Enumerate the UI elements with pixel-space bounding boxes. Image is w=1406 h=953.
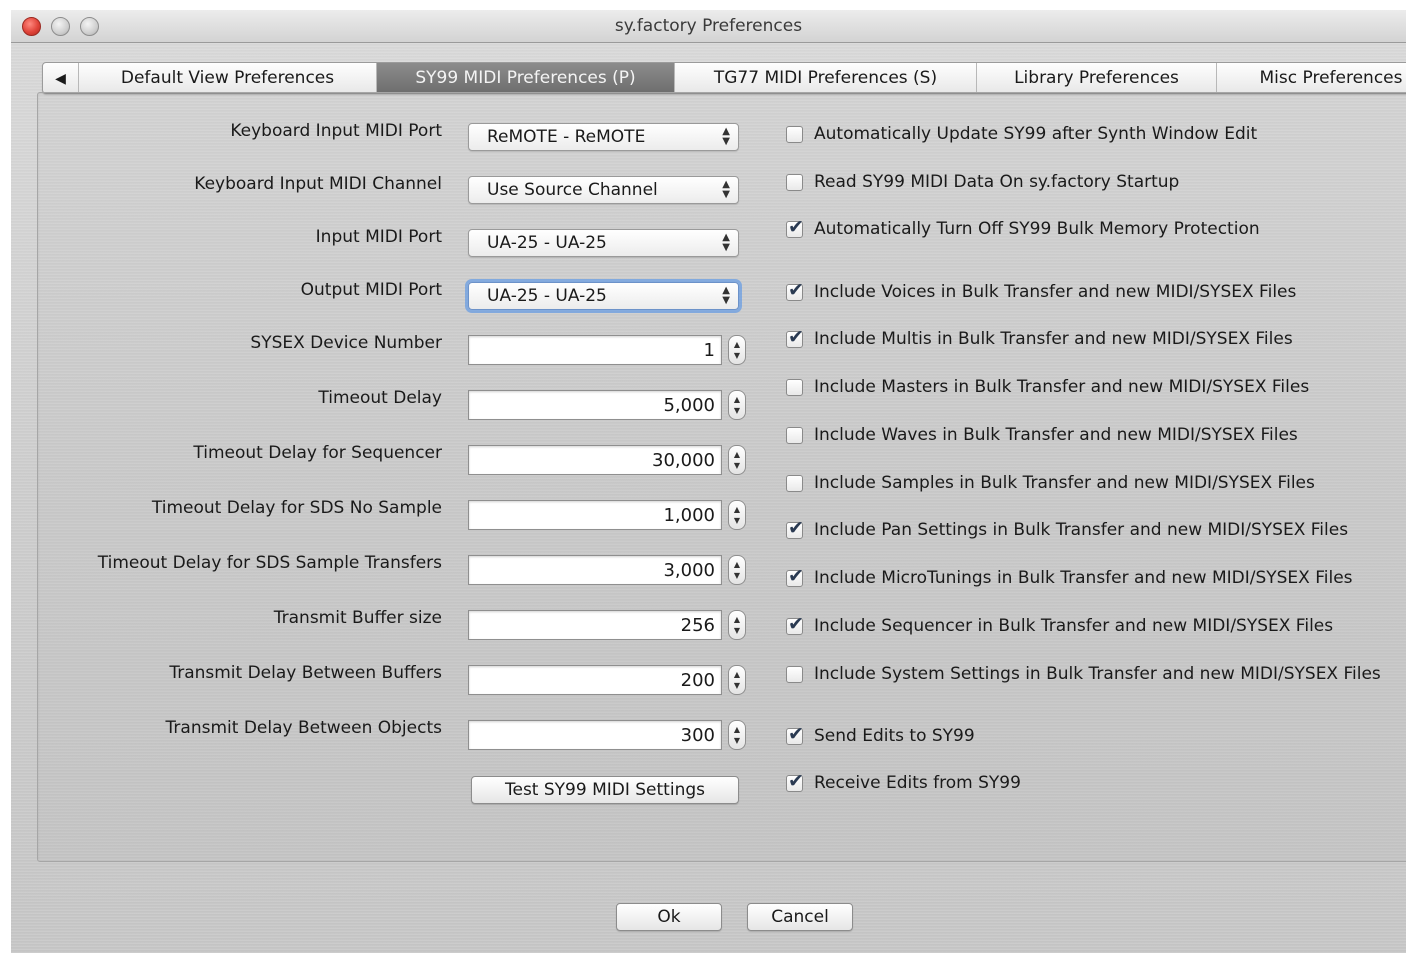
option-checkbox[interactable]: ✔ [786, 723, 804, 745]
output-port-select[interactable]: UA-25 - UA-25 ▲ ▼ [468, 282, 739, 310]
transmit-delay-buffers-input[interactable]: 200 [468, 665, 722, 695]
select-arrows-icon: ▲ ▼ [722, 285, 730, 306]
option-checkbox[interactable]: ✔ [786, 770, 804, 792]
option-label: Include Voices in Bulk Transfer and new … [814, 282, 1297, 302]
tab-default-view[interactable]: Default View Preferences [79, 63, 377, 93]
option-label: Include Samples in Bulk Transfer and new… [814, 473, 1315, 493]
ok-button[interactable]: Ok [616, 903, 722, 931]
checkmark-icon: ✔ [788, 279, 804, 301]
option-label: Automatically Update SY99 after Synth Wi… [814, 124, 1258, 144]
transmit-delay-objects-label: Transmit Delay Between Objects [165, 718, 442, 738]
timeout-delay-label: Timeout Delay [318, 388, 442, 408]
option-label: Automatically Turn Off SY99 Bulk Memory … [814, 219, 1260, 239]
tab-library[interactable]: Library Preferences [977, 63, 1217, 93]
keyboard-input-channel-select[interactable]: Use Source Channel ▲ ▼ [468, 176, 739, 204]
input-port-label: Input MIDI Port [315, 227, 442, 247]
keyboard-input-port-select[interactable]: ReMOTE - ReMOTE ▲ ▼ [468, 123, 739, 151]
tab-bar: ◀ Default View Preferences SY99 MIDI Pre… [42, 62, 1406, 94]
sysex-device-label: SYSEX Device Number [250, 333, 442, 353]
arrow-left-icon: ◀ [55, 71, 66, 87]
option-checkbox[interactable]: ✔ [786, 613, 804, 635]
input-port-value: UA-25 - UA-25 [487, 233, 607, 253]
option-checkbox[interactable]: ✔ [786, 517, 804, 539]
keyboard-input-channel-label: Keyboard Input MIDI Channel [194, 174, 442, 194]
transmit-delay-buffers-label: Transmit Delay Between Buffers [169, 663, 442, 683]
option-label: Read SY99 MIDI Data On sy.factory Startu… [814, 172, 1180, 192]
transmit-buffer-stepper[interactable]: ▲ ▼ [728, 610, 746, 640]
option-label: Receive Edits from SY99 [814, 773, 1021, 793]
checkmark-icon: ✔ [788, 613, 804, 635]
transmit-buffer-input[interactable]: 256 [468, 610, 722, 640]
option-checkbox[interactable]: ✔ [786, 279, 804, 301]
keyboard-input-channel-value: Use Source Channel [487, 180, 658, 200]
timeout-sequencer-stepper[interactable]: ▲ ▼ [728, 445, 746, 475]
checkmark-icon: ✔ [788, 723, 804, 745]
tab-sy99-midi[interactable]: SY99 MIDI Preferences (P) [377, 63, 675, 93]
keyboard-input-port-label: Keyboard Input MIDI Port [230, 121, 442, 141]
timeout-sds-transfers-label: Timeout Delay for SDS Sample Transfers [97, 553, 442, 573]
window-title: sy.factory Preferences [614, 16, 803, 36]
transmit-delay-buffers-stepper[interactable]: ▲ ▼ [728, 665, 746, 695]
checkmark-icon: ✔ [788, 216, 804, 238]
transmit-delay-objects-input[interactable]: 300 [468, 720, 722, 750]
input-port-select[interactable]: UA-25 - UA-25 ▲ ▼ [468, 229, 739, 257]
option-checkbox[interactable] [786, 427, 803, 444]
preferences-window: sy.factory Preferences ◀ Default View Pr… [11, 10, 1406, 953]
option-label: Include Pan Settings in Bulk Transfer an… [814, 520, 1349, 540]
test-midi-settings-button[interactable]: Test SY99 MIDI Settings [471, 776, 739, 804]
timeout-sds-transfers-stepper[interactable]: ▲ ▼ [728, 555, 746, 585]
keyboard-input-port-value: ReMOTE - ReMOTE [487, 127, 646, 147]
transmit-delay-objects-stepper[interactable]: ▲ ▼ [728, 720, 746, 750]
tab-scroll-left-button[interactable]: ◀ [43, 63, 79, 93]
option-label: Include Masters in Bulk Transfer and new… [814, 377, 1310, 397]
timeout-sds-no-sample-input[interactable]: 1,000 [468, 500, 722, 530]
cancel-button[interactable]: Cancel [747, 903, 853, 931]
timeout-sequencer-input[interactable]: 30,000 [468, 445, 722, 475]
tab-tg77-midi[interactable]: TG77 MIDI Preferences (S) [675, 63, 977, 93]
option-checkbox[interactable] [786, 174, 803, 191]
timeout-delay-stepper[interactable]: ▲ ▼ [728, 390, 746, 420]
timeout-sequencer-label: Timeout Delay for Sequencer [193, 443, 442, 463]
option-label: Include MicroTunings in Bulk Transfer an… [814, 568, 1353, 588]
option-checkbox[interactable] [786, 475, 803, 492]
option-label: Include Waves in Bulk Transfer and new M… [814, 425, 1298, 445]
option-checkbox[interactable]: ✔ [786, 216, 804, 238]
select-arrows-icon: ▲ ▼ [722, 232, 730, 253]
transmit-buffer-label: Transmit Buffer size [273, 608, 442, 628]
checkmark-icon: ✔ [788, 770, 804, 792]
option-checkbox[interactable] [786, 126, 803, 143]
option-label: Include Sequencer in Bulk Transfer and n… [814, 616, 1334, 636]
option-checkbox[interactable]: ✔ [786, 326, 804, 348]
checkmark-icon: ✔ [788, 326, 804, 348]
select-arrows-icon: ▲ ▼ [722, 126, 730, 147]
timeout-sds-transfers-input[interactable]: 3,000 [468, 555, 722, 585]
option-checkbox[interactable] [786, 666, 803, 683]
option-checkbox[interactable] [786, 379, 803, 396]
checkmark-icon: ✔ [788, 517, 804, 539]
output-port-label: Output MIDI Port [300, 280, 442, 300]
tab-misc[interactable]: Misc Preferences [1217, 63, 1406, 93]
option-label: Include Multis in Bulk Transfer and new … [814, 329, 1293, 349]
title-bar[interactable]: sy.factory Preferences [11, 10, 1406, 43]
option-label: Include System Settings in Bulk Transfer… [814, 664, 1381, 684]
tab-content-panel: Keyboard Input MIDI Port ReMOTE - ReMOTE… [37, 92, 1406, 862]
timeout-delay-input[interactable]: 5,000 [468, 390, 722, 420]
option-checkbox[interactable]: ✔ [786, 565, 804, 587]
timeout-sds-no-sample-stepper[interactable]: ▲ ▼ [728, 500, 746, 530]
output-port-value: UA-25 - UA-25 [487, 286, 607, 306]
option-label: Send Edits to SY99 [814, 726, 975, 746]
checkmark-icon: ✔ [788, 565, 804, 587]
timeout-sds-no-sample-label: Timeout Delay for SDS No Sample [151, 498, 442, 518]
select-arrows-icon: ▲ ▼ [722, 179, 730, 200]
sysex-device-input[interactable]: 1 [468, 335, 722, 365]
sysex-device-stepper[interactable]: ▲ ▼ [728, 335, 746, 365]
